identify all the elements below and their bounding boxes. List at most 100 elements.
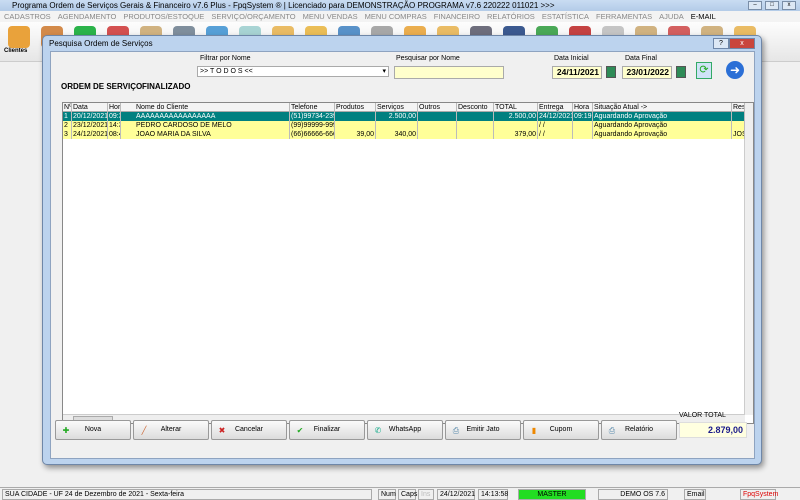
table-cell: 2	[63, 121, 72, 130]
menu-item[interactable]: FERRAMENTAS	[596, 11, 652, 22]
status-city-date: SUA CIDADE - UF 24 de Dezembro de 2021 -…	[2, 489, 372, 500]
data-inicial-input[interactable]: 24/11/2021	[552, 66, 602, 79]
menu-item[interactable]: MENU COMPRAS	[365, 11, 427, 22]
column-header: Res	[733, 103, 745, 112]
table-row[interactable]: 223/12/202114:31 PEDRO CARDOSO DE MELO(99…	[63, 121, 745, 130]
toolbar-icon[interactable]	[8, 26, 30, 48]
status-brand: FpqSystem	[740, 489, 778, 500]
menu-item[interactable]: SERVIÇO/ORÇAMENTO	[211, 11, 295, 22]
table-cell: 2.500,00	[376, 112, 418, 121]
table-cell: (99)99999-9999	[291, 121, 335, 130]
column-header: Entrega	[538, 103, 573, 112]
menu-item[interactable]: MENU VENDAS	[303, 11, 358, 22]
edit-icon: ╱	[141, 426, 147, 435]
table-header[interactable]: NºDataHoraNome do ClienteTelefoneProduto…	[63, 103, 745, 112]
table-cell: PEDRO CARDOSO DE MELO	[135, 121, 290, 130]
table-cell: 14:31	[108, 121, 121, 130]
data-final-label: Data Final	[625, 55, 657, 62]
button-label: Cancelar	[234, 426, 263, 433]
new-document-icon: ✚	[62, 426, 70, 435]
calendar-icon[interactable]	[606, 66, 616, 78]
table-cell: (51)99734-2390	[291, 112, 335, 121]
table-cell	[418, 112, 457, 121]
status-date: 24/12/2021	[437, 489, 475, 500]
ordem-servico-tab[interactable]: ORDEM DE SERVIÇO	[61, 82, 142, 91]
table-cell: 39,00	[335, 130, 376, 139]
window-title-bar: Programa Ordem de Serviços Gerais & Fina…	[0, 0, 800, 11]
table-row[interactable]: 120/12/202109:36 AAAAAAAAAAAAAAAAA(51)997…	[63, 112, 745, 121]
table-cell: / /	[538, 130, 573, 139]
table-cell: 09:36	[108, 112, 121, 121]
close-button[interactable]: x	[782, 1, 796, 10]
emitir-jato-button[interactable]: ⎙ Emitir Jato	[445, 420, 521, 440]
dialog-close-button[interactable]: x	[729, 38, 755, 49]
status-caps: Caps	[398, 489, 417, 500]
pesquisar-input[interactable]	[394, 66, 504, 79]
table-cell: 09:19	[574, 112, 593, 121]
menu-item[interactable]: E-MAIL	[691, 11, 716, 22]
valor-total-label: VALOR TOTAL	[679, 412, 726, 419]
data-inicial-label: Data Inicial	[554, 55, 589, 62]
table-cell	[732, 121, 745, 130]
vertical-scrollbar[interactable]	[744, 103, 753, 415]
menu-item[interactable]: AJUDA	[659, 11, 684, 22]
data-final-input[interactable]: 23/01/2022	[622, 66, 672, 79]
pesquisar-label: Pesquisar por Nome	[396, 55, 460, 62]
whatsapp-button[interactable]: ✆ WhatsApp	[367, 420, 443, 440]
menu-item[interactable]: CADASTROS	[4, 11, 51, 22]
valor-total-value: 2.879,00	[679, 422, 747, 438]
menu-item[interactable]: ESTATÍSTICA	[542, 11, 589, 22]
table-cell	[335, 121, 376, 130]
calendar-icon[interactable]	[676, 66, 686, 78]
table-cell	[732, 112, 745, 121]
status-user: MASTER	[518, 489, 586, 500]
minimize-button[interactable]: –	[748, 1, 762, 10]
table-cell: Aguardando Aprovação	[593, 112, 732, 121]
filtrar-label: Filtrar por Nome	[200, 55, 251, 62]
maximize-button[interactable]: □	[765, 1, 779, 10]
relatorio-button[interactable]: ⎙ Relatório	[601, 420, 677, 440]
status-ins: Ins	[418, 489, 434, 500]
filtrar-select[interactable]: >> T O D O S << ▾	[197, 66, 389, 77]
menu-item[interactable]: PRODUTOS/ESTOQUE	[123, 11, 204, 22]
cancelar-button[interactable]: ✖ Cancelar	[211, 420, 287, 440]
table-cell: 24/12/2021	[539, 112, 573, 121]
finalizar-button[interactable]: ✔ Finalizar	[289, 420, 365, 440]
table-row[interactable]: 324/12/202108:47 JOAO MARIA DA SILVA(66)6…	[63, 130, 745, 139]
table-cell: JOAO MARIA DA SILVA	[135, 130, 290, 139]
table-cell	[494, 121, 538, 130]
filtrar-value: >> T O D O S <<	[200, 68, 253, 75]
column-header: Outros	[418, 103, 457, 112]
alterar-button[interactable]: ╱ Alterar	[133, 420, 209, 440]
table-cell	[457, 130, 494, 139]
menu-item[interactable]: RELATÓRIOS	[487, 11, 535, 22]
arrow-right-icon[interactable]: ➜	[726, 61, 744, 79]
table-cell	[457, 121, 494, 130]
table-cell: 340,00	[376, 130, 418, 139]
button-label: Alterar	[160, 426, 182, 433]
nova-button[interactable]: ✚ Nova	[55, 420, 131, 440]
window-title: Programa Ordem de Serviços Gerais & Fina…	[12, 1, 555, 10]
status-num: Num	[378, 489, 396, 500]
status-bar: SUA CIDADE - UF 24 de Dezembro de 2021 -…	[0, 487, 800, 500]
button-label: Finalizar	[313, 426, 341, 433]
cupom-button[interactable]: ▮ Cupom	[523, 420, 599, 440]
menu-item[interactable]: FINANCEIRO	[434, 11, 480, 22]
button-label: Relatório	[624, 426, 653, 433]
status-email[interactable]: Email	[684, 489, 706, 500]
printer-icon: ⎙	[608, 426, 616, 435]
help-button[interactable]: ?	[713, 38, 729, 49]
column-header: Nome do Cliente	[135, 103, 290, 112]
table-cell	[376, 121, 418, 130]
column-header: Nº	[64, 103, 72, 112]
table-cell	[418, 121, 457, 130]
button-label: Cupom	[549, 426, 573, 433]
refresh-icon[interactable]: ⟳	[696, 62, 712, 79]
button-label: WhatsApp	[388, 426, 422, 433]
button-label: Emitir Jato	[466, 426, 500, 433]
column-header: Telefone	[290, 103, 335, 112]
column-header: Hora	[573, 103, 593, 112]
menu-item[interactable]: AGENDAMENTO	[58, 11, 117, 22]
finalize-icon: ✔	[296, 426, 304, 435]
finalizado-tab[interactable]: FINALIZADO	[142, 82, 190, 91]
